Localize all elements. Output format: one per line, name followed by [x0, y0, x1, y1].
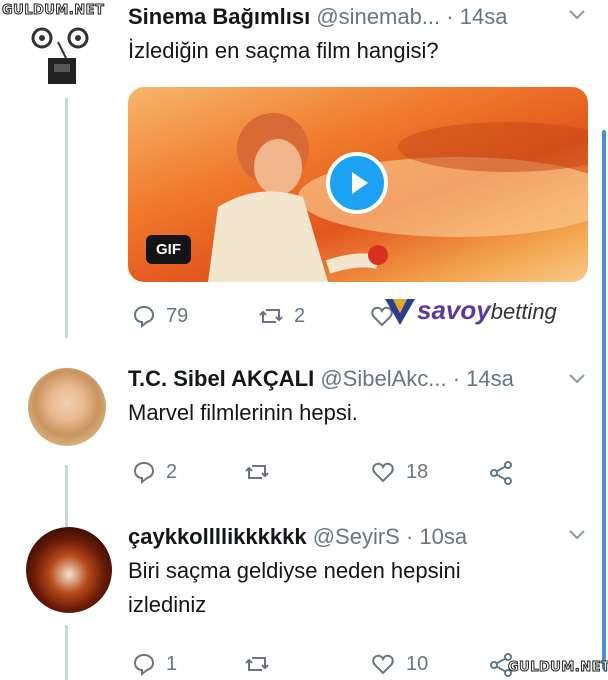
user-name[interactable]: T.C. Sibel AKÇALI	[128, 366, 314, 391]
like-count: 10	[406, 652, 429, 675]
projector-icon	[31, 27, 89, 84]
reply-button[interactable]: 2	[132, 460, 177, 484]
tweet-text-line: Biri saçma geldiyse neden hepsini	[128, 558, 461, 583]
share-button[interactable]	[488, 460, 514, 486]
tweet-text: İzlediğin en saçma film hangisi?	[128, 38, 439, 63]
timestamp[interactable]: 14sa	[466, 366, 514, 391]
retweet-count: 2	[294, 304, 306, 327]
user-handle[interactable]: @SibelAkc...	[320, 366, 446, 391]
avatar[interactable]	[28, 368, 106, 446]
retweet-icon	[245, 657, 269, 671]
like-count: 18	[406, 460, 429, 483]
watermark-logo: GULDUM.NET	[1, 3, 105, 19]
savoy-suffix: betting	[490, 299, 557, 324]
heart-icon	[372, 654, 394, 675]
tweet-header: Sinema Bağımlısı @sinemab... · 14sa	[128, 4, 507, 30]
reply-button[interactable]: 1	[132, 652, 177, 676]
avatar[interactable]	[28, 20, 98, 90]
gif-badge: GIF	[146, 235, 191, 264]
reply-icon	[133, 305, 155, 328]
reply-count: 79	[166, 304, 189, 327]
savoy-logo-icon	[385, 299, 415, 326]
reply-button[interactable]: 79	[132, 304, 188, 328]
savoy-betting-logo: savoybetting	[383, 295, 557, 327]
like-button[interactable]: 18	[370, 460, 428, 484]
separator-dot: ·	[452, 366, 461, 391]
thread-line	[65, 625, 68, 680]
separator-dot: ·	[446, 4, 454, 29]
retweet-button[interactable]	[244, 460, 270, 484]
play-icon	[352, 172, 368, 194]
user-name[interactable]: Sinema Bağımlısı	[128, 4, 310, 29]
heart-icon	[372, 462, 394, 483]
timestamp[interactable]: 10sa	[419, 524, 467, 549]
user-name[interactable]: çaykkollllikkkkkk	[128, 524, 307, 549]
retweet-button[interactable]: 2	[258, 304, 305, 328]
reply-icon	[133, 653, 155, 676]
play-button[interactable]	[326, 152, 388, 214]
user-handle[interactable]: @SeyirS	[313, 524, 400, 549]
watermark-logo: GULDUM.NET	[507, 660, 608, 676]
share-icon	[490, 461, 512, 485]
tweet-header: çaykkollllikkkkkk @SeyirS · 10sa	[128, 524, 467, 550]
scrollbar[interactable]	[602, 130, 606, 670]
tweet-header: T.C. Sibel AKÇALI @SibelAkc... · 14sa	[128, 366, 514, 392]
chevron-down-icon[interactable]	[568, 528, 586, 546]
tweet-text: Marvel filmlerinin hepsi.	[128, 400, 358, 425]
chevron-down-icon[interactable]	[568, 372, 586, 390]
thread-line	[65, 98, 68, 338]
chevron-down-icon[interactable]	[568, 8, 586, 26]
thread-line	[65, 465, 68, 527]
user-handle[interactable]: @sinemab...	[316, 4, 440, 29]
tweet-text-line: izlediniz	[128, 592, 207, 617]
avatar[interactable]	[26, 527, 112, 613]
like-button[interactable]: 10	[370, 652, 428, 676]
reply-icon	[133, 461, 155, 484]
timestamp[interactable]: 14sa	[460, 4, 508, 29]
reply-count: 2	[166, 460, 178, 483]
savoy-brand: savoy	[417, 295, 491, 325]
retweet-icon	[245, 465, 269, 479]
reply-count: 1	[166, 652, 178, 675]
separator-dot: ·	[405, 524, 414, 549]
retweet-button[interactable]	[244, 652, 270, 676]
retweet-icon	[259, 309, 283, 323]
